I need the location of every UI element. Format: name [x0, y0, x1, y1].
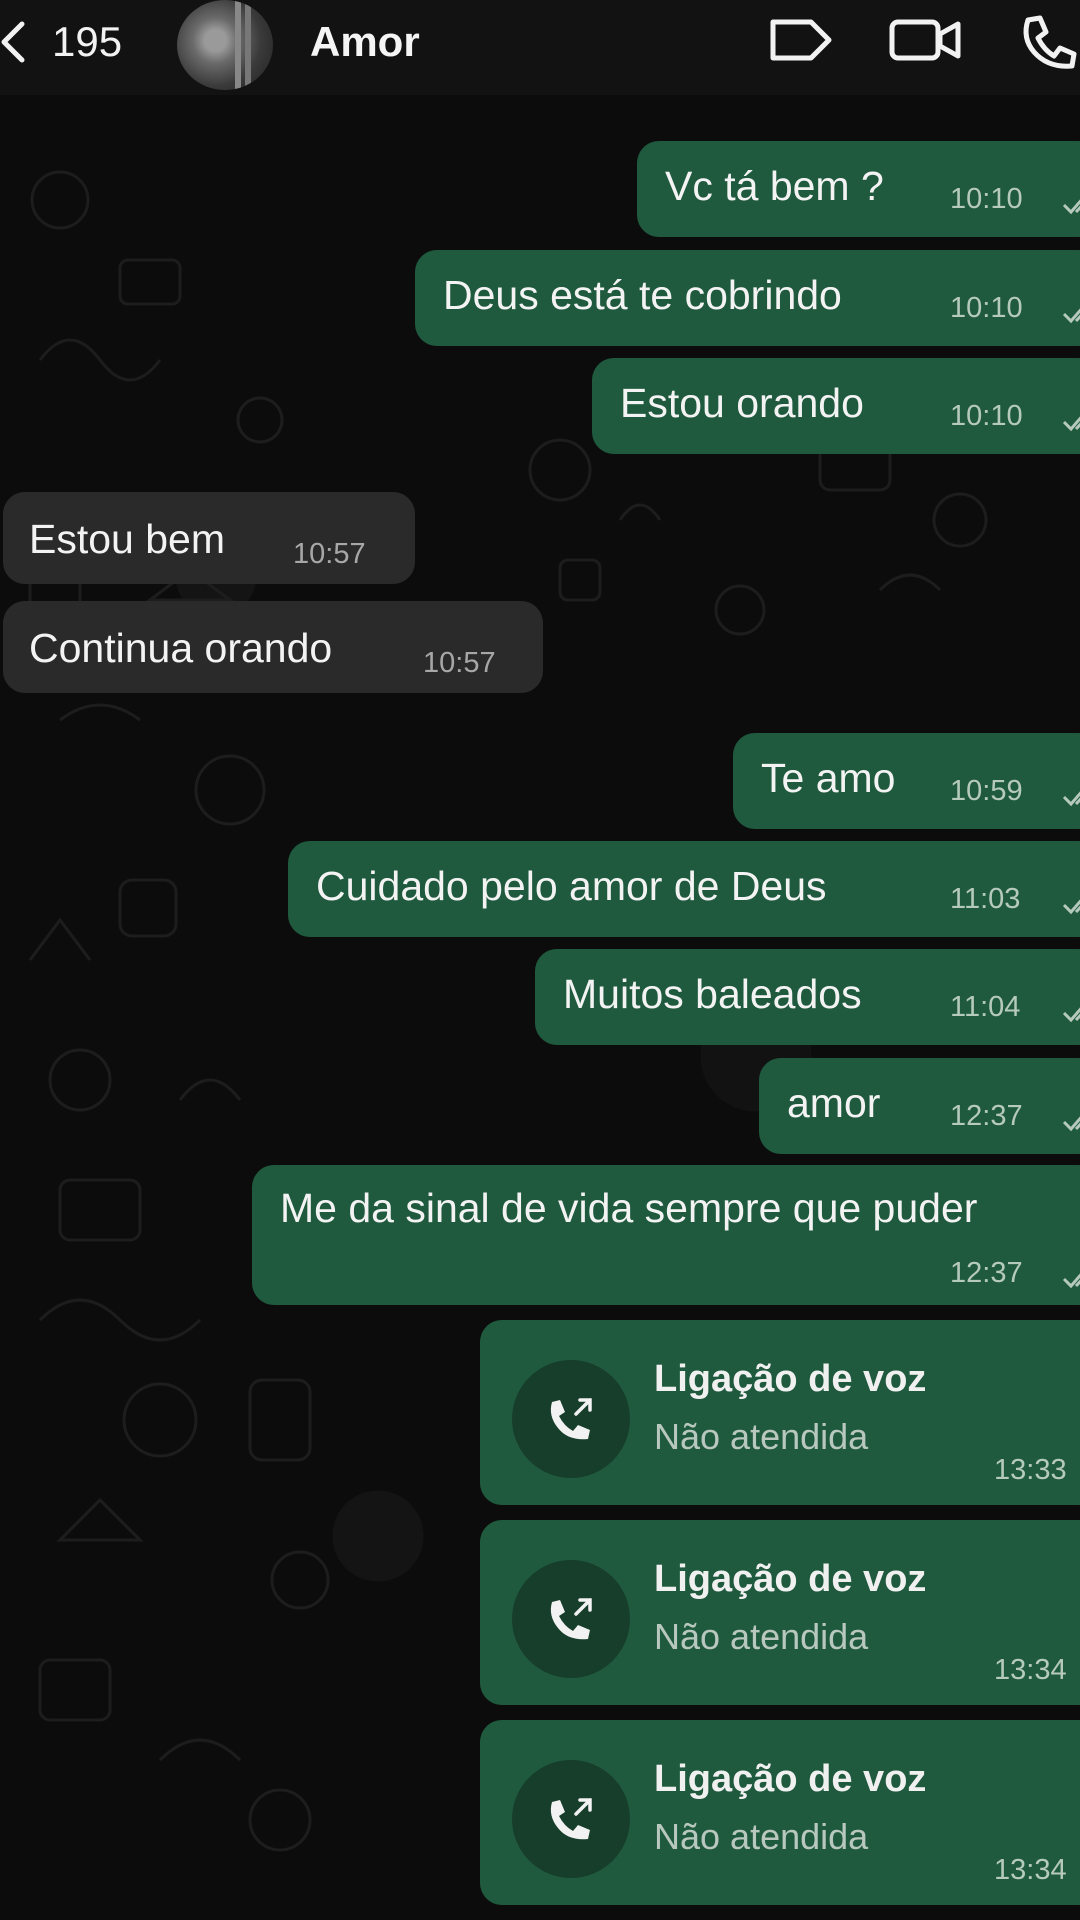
- call-time: 13:33: [994, 1454, 1067, 1486]
- read-receipt-icon: [1062, 193, 1080, 222]
- call-title: Ligação de voz: [654, 1758, 927, 1800]
- phone-icon[interactable]: [1018, 12, 1080, 72]
- read-receipt-icon: [1062, 302, 1080, 331]
- message-bubble-outgoing[interactable]: Deus está te cobrindo 10:10: [415, 250, 1080, 346]
- message-bubble-outgoing[interactable]: Estou orando 10:10: [592, 358, 1080, 454]
- message-time: 12:37: [950, 1100, 1023, 1132]
- call-time: 13:34: [994, 1654, 1067, 1686]
- message-bubble-incoming[interactable]: Continua orando 10:57: [3, 601, 543, 693]
- message-bubble-outgoing[interactable]: amor 12:37: [759, 1058, 1080, 1154]
- label-icon[interactable]: [765, 12, 837, 68]
- message-bubble-outgoing[interactable]: Vc tá bem ? 10:10: [637, 141, 1080, 237]
- call-status: Não atendida: [654, 1416, 869, 1457]
- message-text: Muitos baleados: [563, 971, 862, 1017]
- message-time: 10:59: [950, 775, 1023, 807]
- outgoing-call-icon: [512, 1760, 630, 1878]
- read-receipt-icon: [1062, 1110, 1080, 1139]
- missed-call-card[interactable]: Ligação de voz Não atendida 13:34: [480, 1720, 1080, 1905]
- message-text: Me da sinal de vida sempre que puder: [280, 1185, 978, 1231]
- outgoing-call-icon: [512, 1560, 630, 1678]
- message-text: Estou orando: [620, 380, 864, 426]
- call-status: Não atendida: [654, 1616, 869, 1657]
- back-button[interactable]: [0, 14, 34, 70]
- message-time: 10:10: [950, 400, 1023, 432]
- read-receipt-icon: [1062, 1267, 1080, 1296]
- missed-call-card[interactable]: Ligação de voz Não atendida 13:34: [480, 1520, 1080, 1705]
- chevron-left-icon: [0, 14, 34, 70]
- message-text: Deus está te cobrindo: [443, 272, 842, 318]
- read-receipt-icon: [1062, 410, 1080, 439]
- unread-count[interactable]: 195: [52, 14, 122, 70]
- message-bubble-outgoing[interactable]: Muitos baleados 11:04: [535, 949, 1080, 1045]
- message-bubble-incoming[interactable]: Estou bem 10:57: [3, 492, 415, 584]
- message-bubble-outgoing[interactable]: Cuidado pelo amor de Deus 11:03: [288, 841, 1080, 937]
- message-bubble-outgoing[interactable]: Me da sinal de vida sempre que puder 12:…: [252, 1165, 1080, 1305]
- message-text: amor: [787, 1080, 881, 1126]
- message-time: 11:04: [950, 991, 1021, 1023]
- message-time: 10:57: [293, 538, 366, 570]
- message-text: Estou bem: [29, 516, 225, 562]
- read-receipt-icon: [1062, 893, 1080, 922]
- call-title: Ligação de voz: [654, 1558, 927, 1600]
- message-bubble-outgoing[interactable]: Te amo 10:59: [733, 733, 1080, 829]
- video-camera-icon[interactable]: [888, 12, 964, 68]
- call-time: 13:34: [994, 1854, 1067, 1886]
- avatar[interactable]: [177, 0, 273, 90]
- message-time: 11:03: [950, 883, 1021, 915]
- contact-name[interactable]: Amor: [310, 14, 420, 70]
- read-receipt-icon: [1062, 1001, 1080, 1030]
- message-time: 10:10: [950, 292, 1023, 324]
- chat-header: 195 Amor: [0, 0, 1080, 95]
- message-time: 12:37: [950, 1257, 1023, 1289]
- message-text: Te amo: [761, 755, 896, 801]
- read-receipt-icon: [1062, 785, 1080, 814]
- message-text: Continua orando: [29, 625, 333, 671]
- call-status: Não atendida: [654, 1816, 869, 1857]
- message-time: 10:10: [950, 183, 1023, 215]
- outgoing-call-icon: [512, 1360, 630, 1478]
- missed-call-card[interactable]: Ligação de voz Não atendida 13:33: [480, 1320, 1080, 1505]
- call-title: Ligação de voz: [654, 1358, 927, 1400]
- message-text: Vc tá bem ?: [665, 163, 884, 209]
- message-text: Cuidado pelo amor de Deus: [316, 863, 827, 909]
- message-time: 10:57: [423, 647, 496, 679]
- chat-screen: 195 Amor Vc tá bem ? 10:10 Deus está te …: [0, 0, 1080, 1920]
